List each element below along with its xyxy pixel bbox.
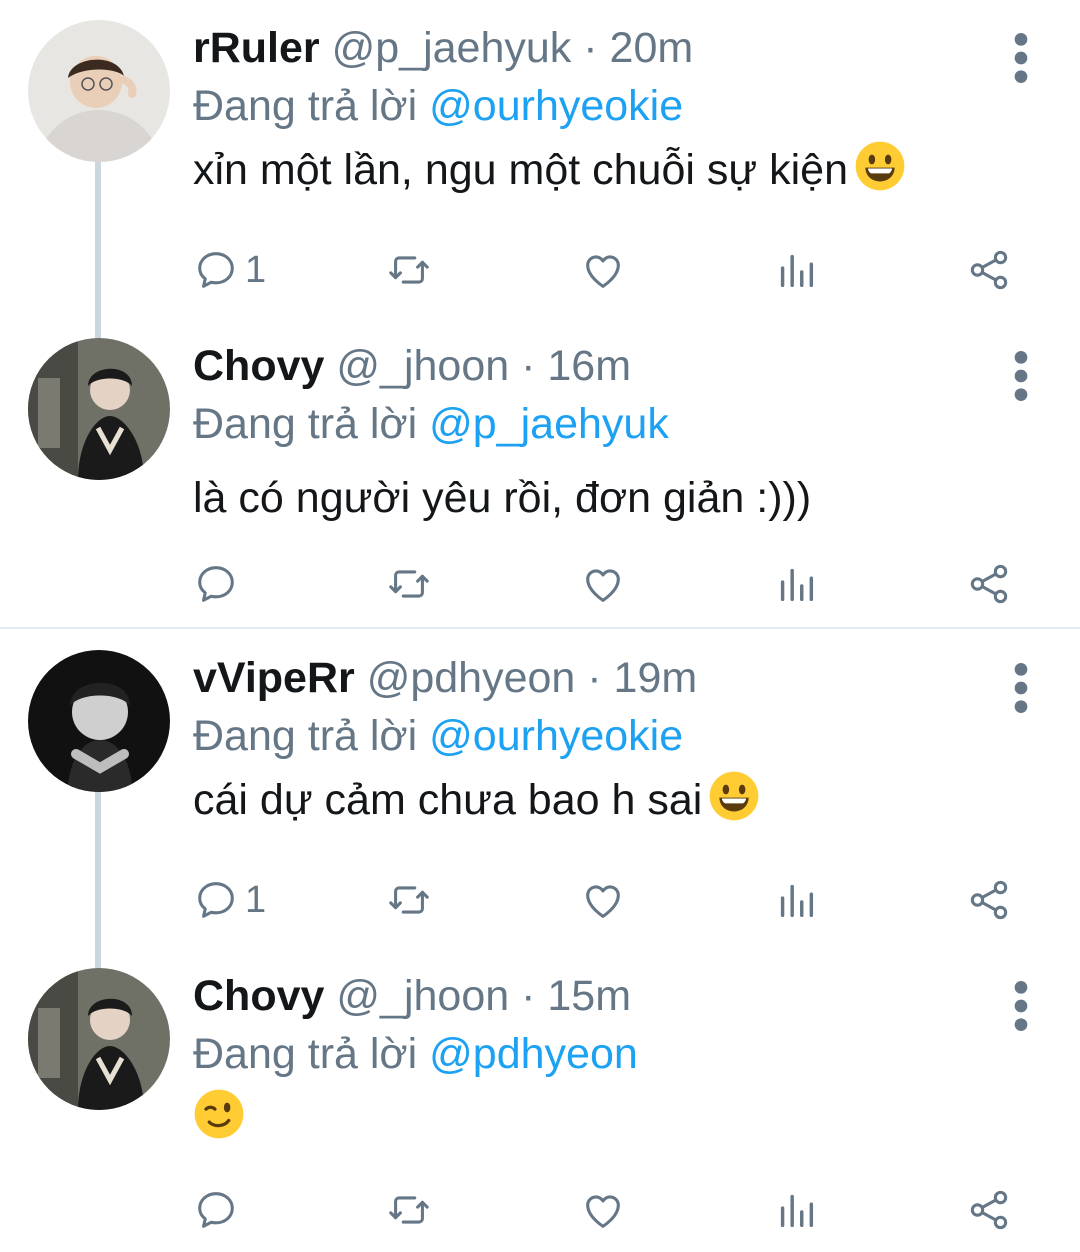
avatar[interactable] bbox=[28, 968, 170, 1110]
share-button[interactable] bbox=[966, 1184, 1012, 1236]
tweet-text: cái dự cảm chưa bao h sai bbox=[193, 770, 760, 828]
reply-button[interactable] bbox=[193, 558, 245, 610]
thread-divider bbox=[0, 627, 1080, 629]
more-options-icon[interactable] bbox=[1006, 978, 1036, 1034]
share-icon bbox=[966, 561, 1012, 607]
like-button[interactable] bbox=[580, 1184, 626, 1236]
share-icon bbox=[966, 1187, 1012, 1233]
tweet-actions bbox=[0, 558, 1080, 610]
analytics-button[interactable] bbox=[773, 558, 819, 610]
retweet-icon bbox=[386, 877, 432, 923]
user-handle[interactable]: @_jhoon bbox=[336, 972, 509, 1020]
reply-count: 1 bbox=[245, 248, 267, 291]
reply-button[interactable]: 1 bbox=[193, 874, 266, 926]
tweet-text: xỉn một lần, ngu một chuỗi sự kiện bbox=[193, 140, 906, 198]
user-handle[interactable]: @pdhyeon bbox=[367, 654, 576, 702]
analytics-button[interactable] bbox=[773, 1184, 819, 1236]
tweet-text-content: cái dự cảm chưa bao h sai bbox=[193, 776, 703, 824]
like-button[interactable] bbox=[580, 244, 626, 296]
display-name[interactable]: vVipeRr bbox=[193, 654, 355, 702]
tweet-header: vVipeRr @pdhyeon · 19m bbox=[193, 652, 697, 704]
avatar[interactable] bbox=[28, 650, 170, 792]
reply-prefix: Đang trả lời bbox=[193, 1030, 418, 1078]
reply-prefix: Đang trả lời bbox=[193, 400, 418, 448]
reply-context: Đang trả lời @pdhyeon bbox=[193, 1028, 638, 1080]
timestamp[interactable]: · 19m bbox=[587, 654, 697, 702]
analytics-icon bbox=[773, 1187, 819, 1233]
like-icon bbox=[580, 877, 626, 923]
share-button[interactable] bbox=[966, 874, 1012, 926]
tweet-actions: 1 bbox=[0, 874, 1080, 926]
more-options-icon[interactable] bbox=[1006, 348, 1036, 404]
timestamp[interactable]: · 15m bbox=[521, 972, 631, 1020]
reply-button[interactable]: 1 bbox=[193, 244, 266, 296]
tweet-text bbox=[187, 1088, 245, 1146]
share-button[interactable] bbox=[966, 244, 1012, 296]
like-button[interactable] bbox=[580, 874, 626, 926]
reply-mention[interactable]: @ourhyeokie bbox=[429, 82, 683, 130]
reply-icon bbox=[193, 561, 239, 607]
more-options-icon[interactable] bbox=[1006, 30, 1036, 86]
analytics-icon bbox=[773, 247, 819, 293]
grinning-face-emoji bbox=[854, 140, 906, 192]
reply-mention[interactable]: @pdhyeon bbox=[429, 1030, 638, 1078]
retweet-button[interactable] bbox=[386, 1184, 432, 1236]
reply-mention[interactable]: @ourhyeokie bbox=[429, 712, 683, 760]
retweet-icon bbox=[386, 247, 432, 293]
like-icon bbox=[580, 247, 626, 293]
reply-icon bbox=[193, 877, 239, 923]
tweet-text-content: là có người yêu rồi, đơn giản :))) bbox=[193, 474, 812, 522]
share-icon bbox=[966, 877, 1012, 923]
display-name[interactable]: Chovy bbox=[193, 972, 324, 1020]
avatar[interactable] bbox=[28, 338, 170, 480]
reply-icon bbox=[193, 247, 239, 293]
retweet-button[interactable] bbox=[386, 558, 432, 610]
tweet-header: rRuler @p_jaehyuk · 20m bbox=[193, 22, 693, 74]
share-button[interactable] bbox=[966, 558, 1012, 610]
user-handle[interactable]: @_jhoon bbox=[336, 342, 509, 390]
reply-context: Đang trả lời @ourhyeokie bbox=[193, 80, 683, 132]
tweet-text-content: xỉn một lần, ngu một chuỗi sự kiện bbox=[193, 146, 848, 194]
display-name[interactable]: Chovy bbox=[193, 342, 324, 390]
winking-face-emoji bbox=[193, 1088, 245, 1140]
tweet-header: Chovy @_jhoon · 16m bbox=[193, 340, 631, 392]
reply-count: 1 bbox=[245, 878, 267, 921]
analytics-icon bbox=[773, 877, 819, 923]
timestamp[interactable]: · 20m bbox=[583, 24, 693, 72]
tweet-3[interactable]: vVipeRr @pdhyeon · 19m Đang trả lời @our… bbox=[0, 630, 1080, 946]
like-icon bbox=[580, 1187, 626, 1233]
tweet-header: Chovy @_jhoon · 15m bbox=[193, 970, 631, 1022]
analytics-icon bbox=[773, 561, 819, 607]
user-handle[interactable]: @p_jaehyuk bbox=[332, 24, 572, 72]
display-name[interactable]: rRuler bbox=[193, 24, 320, 72]
analytics-button[interactable] bbox=[773, 244, 819, 296]
analytics-button[interactable] bbox=[773, 874, 819, 926]
like-icon bbox=[580, 561, 626, 607]
reply-icon bbox=[193, 1187, 239, 1233]
reply-prefix: Đang trả lời bbox=[193, 82, 418, 130]
reply-context: Đang trả lời @p_jaehyuk bbox=[193, 398, 669, 450]
grinning-face-emoji bbox=[708, 770, 760, 822]
reply-context: Đang trả lời @ourhyeokie bbox=[193, 710, 683, 762]
retweet-icon bbox=[386, 1187, 432, 1233]
retweet-button[interactable] bbox=[386, 874, 432, 926]
tweet-actions: 1 bbox=[0, 244, 1080, 296]
more-options-icon[interactable] bbox=[1006, 660, 1036, 716]
reply-button[interactable] bbox=[193, 1184, 245, 1236]
retweet-button[interactable] bbox=[386, 244, 432, 296]
like-button[interactable] bbox=[580, 558, 626, 610]
tweet-actions bbox=[0, 1184, 1080, 1236]
reply-mention[interactable]: @p_jaehyuk bbox=[429, 400, 669, 448]
tweet-1[interactable]: rRuler @p_jaehyuk · 20m Đang trả lời @ou… bbox=[0, 0, 1080, 315]
avatar[interactable] bbox=[28, 20, 170, 162]
tweet-4[interactable]: Chovy @_jhoon · 15m Đang trả lời @pdhyeo… bbox=[0, 948, 1080, 1252]
tweet-2[interactable]: Chovy @_jhoon · 16m Đang trả lời @p_jaeh… bbox=[0, 318, 1080, 627]
retweet-icon bbox=[386, 561, 432, 607]
timestamp[interactable]: · 16m bbox=[521, 342, 631, 390]
share-icon bbox=[966, 247, 1012, 293]
tweet-text: là có người yêu rồi, đơn giản :))) bbox=[193, 470, 811, 526]
reply-prefix: Đang trả lời bbox=[193, 712, 418, 760]
